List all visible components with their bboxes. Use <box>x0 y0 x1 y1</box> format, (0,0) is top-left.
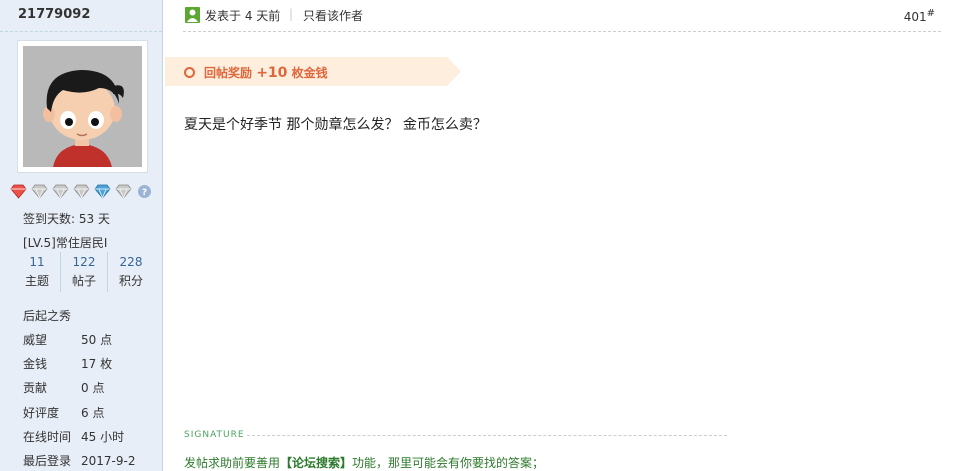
floor-number-value: 401 <box>903 10 927 24</box>
silver-gem-medal-icon[interactable] <box>30 183 48 200</box>
prop-last-login: 最后登录 2017-9-2 <box>23 452 135 469</box>
reward-circle-icon <box>184 67 195 78</box>
reward-amount: +10 <box>256 65 288 81</box>
only-author-link[interactable]: 只看该作者 <box>303 7 363 24</box>
forum-search-link[interactable]: 【论坛搜索】 <box>280 456 352 470</box>
username[interactable]: 21779092 <box>0 0 162 32</box>
prop-value: 6 点 <box>81 406 105 420</box>
floor-number[interactable]: 401# <box>904 8 935 24</box>
user-sidebar: 21779092 ? 签到天数: 53 天 [LV.5]常住居民I 11 主题 … <box>0 0 163 471</box>
post-time: 发表于 4 天前 <box>205 9 281 23</box>
signature-text-after: 功能，那里可能会有你要找的答案； <box>352 456 545 470</box>
stat-topics-label: 主题 <box>24 274 49 288</box>
stat-points-label: 积分 <box>118 274 143 288</box>
reply-reward-banner: 回帖奖励 +10 枚金钱 <box>165 57 461 86</box>
prop-key: 好评度 <box>23 406 60 420</box>
prop-value: 0 点 <box>81 381 105 395</box>
blue-gem-medal-icon[interactable] <box>93 183 111 200</box>
stat-posts[interactable]: 122 帖子 <box>61 252 108 292</box>
prop-value: 45 小时 <box>81 430 125 444</box>
prop-value: 2017-9-2 <box>81 454 136 468</box>
user-level[interactable]: [LV.5]常住居民I <box>23 234 107 251</box>
header-separator: | <box>289 7 294 21</box>
reward-text: 回帖奖励 +10 枚金钱 <box>204 64 328 81</box>
signature-text: 发帖求助前要善用【论坛搜索】功能，那里可能会有你要找的答案； <box>184 454 544 471</box>
avatar-image <box>23 46 142 167</box>
prop-value: 50 点 <box>81 333 113 347</box>
post-content: 夏天是个好季节 那个勋章怎么发？ 金币怎么卖？ <box>184 117 487 133</box>
user-online-icon <box>185 7 200 23</box>
stat-points-count[interactable]: 228 <box>108 252 154 272</box>
help-icon[interactable]: ? <box>135 183 153 200</box>
floor-mark: # <box>926 8 935 19</box>
prop-money: 金钱 17 枚 <box>23 355 112 372</box>
prop-value: 17 枚 <box>81 357 113 371</box>
silver-gem-medal-icon[interactable] <box>114 183 132 200</box>
prop-online-time: 在线时间 45 小时 <box>23 428 124 445</box>
silver-gem-medal-icon[interactable] <box>72 183 90 200</box>
stat-topics-count[interactable]: 11 <box>14 252 60 272</box>
reward-unit: 枚金钱 <box>291 66 328 80</box>
prop-key: 威望 <box>23 333 48 347</box>
post-header: 发表于 4 天前 | 只看该作者 401# <box>183 0 941 32</box>
medal-list: ? <box>9 183 153 201</box>
signature-label: SIGNATURE <box>184 430 245 440</box>
stat-posts-count[interactable]: 122 <box>61 252 107 272</box>
stat-posts-label: 帖子 <box>71 274 96 288</box>
signature-text-before: 发帖求助前要善用 <box>184 456 281 470</box>
prop-prestige: 威望 50 点 <box>23 331 112 348</box>
red-gem-medal-icon[interactable] <box>9 183 27 200</box>
prop-key: 贡献 <box>23 381 48 395</box>
silver-gem-medal-icon[interactable] <box>51 183 69 200</box>
reward-label: 回帖奖励 <box>204 66 253 80</box>
svg-text:?: ? <box>141 188 146 198</box>
stat-points[interactable]: 228 积分 <box>108 252 154 292</box>
stat-topics[interactable]: 11 主题 <box>14 252 61 292</box>
avatar[interactable] <box>17 40 148 173</box>
signature-divider <box>247 435 727 436</box>
prop-key: 最后登录 <box>23 454 72 468</box>
prop-key: 在线时间 <box>23 430 72 444</box>
prop-contribution: 贡献 0 点 <box>23 379 104 396</box>
signin-days: 签到天数: 53 天 <box>23 212 110 226</box>
user-title: 后起之秀 <box>23 309 72 323</box>
prop-key: 金钱 <box>23 357 48 371</box>
prop-rating: 好评度 6 点 <box>23 404 104 421</box>
user-stats: 11 主题 122 帖子 228 积分 <box>14 252 154 292</box>
